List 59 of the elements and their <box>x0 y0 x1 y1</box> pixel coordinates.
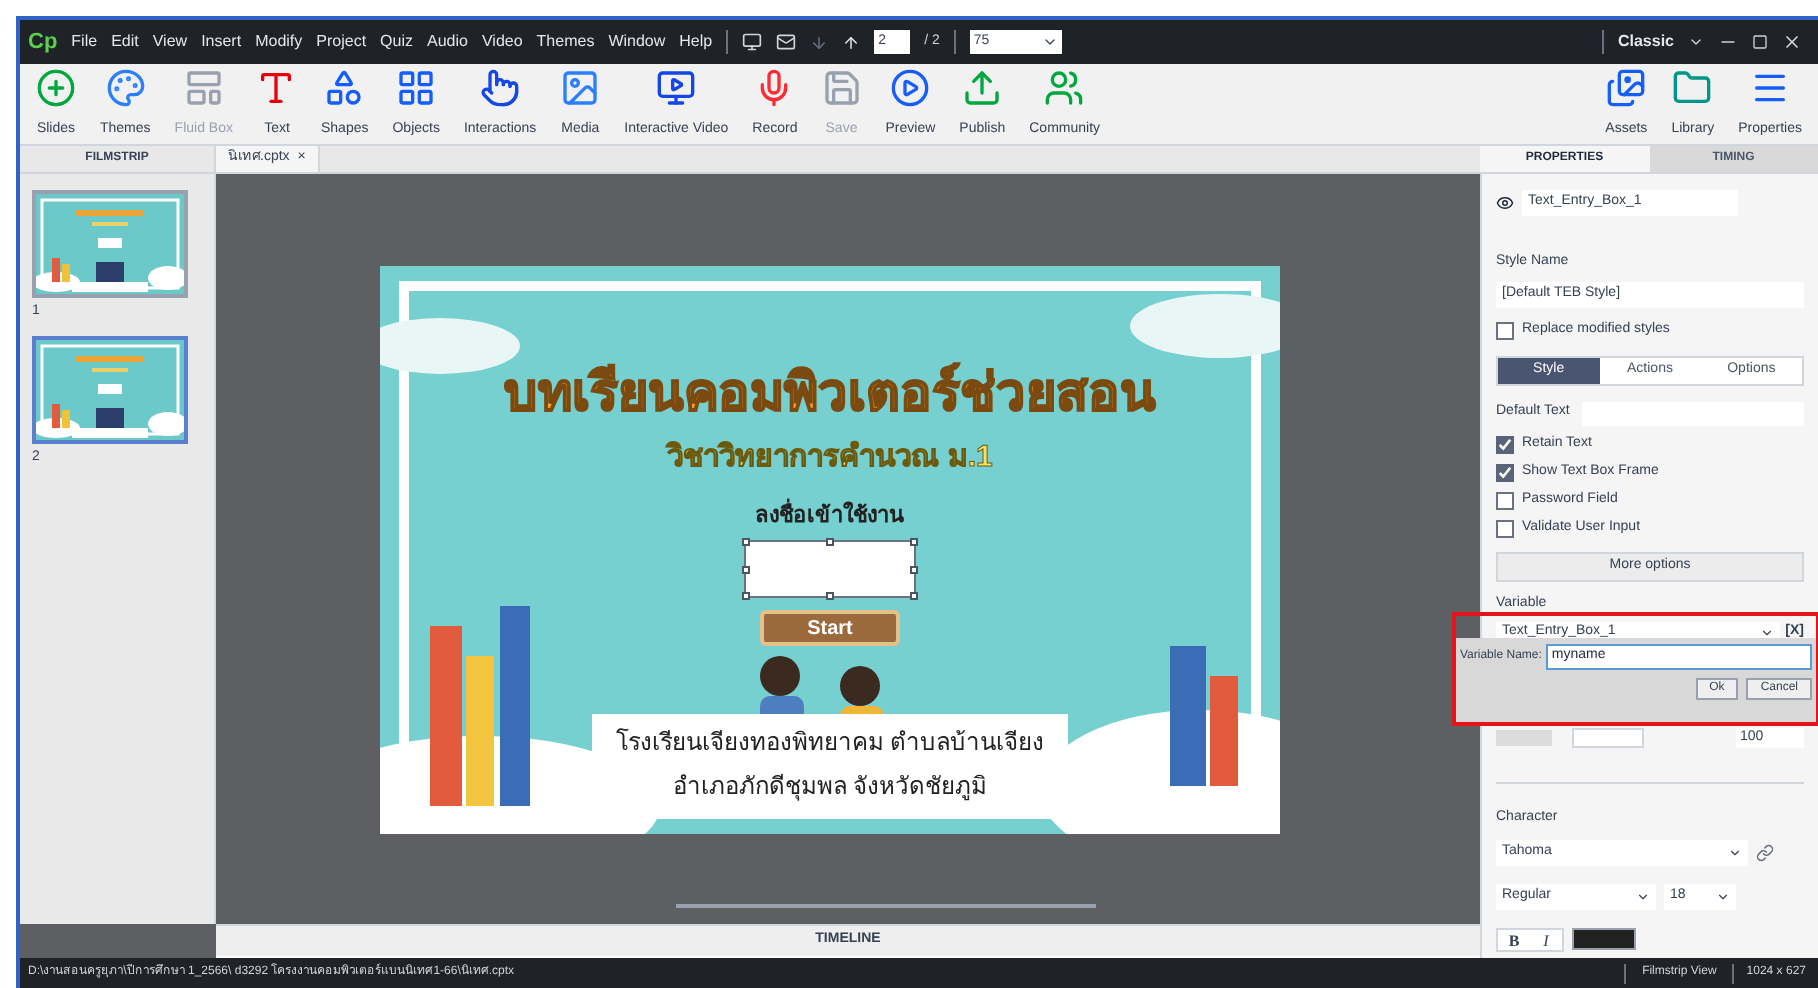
checkbox[interactable] <box>1496 435 1514 453</box>
chevron-icon <box>1759 625 1774 639</box>
app-logo: Cp <box>28 27 58 58</box>
monitor-icon[interactable] <box>742 32 763 52</box>
menu-item[interactable]: Audio <box>427 30 468 54</box>
menu-item[interactable]: File <box>71 30 98 54</box>
info-text: โรงเรียนเจียงทองพิทยาคม ตำบลบ้านเจียง <box>615 726 1045 760</box>
assets-icon <box>1606 68 1647 108</box>
login-label: ลงชื่อเข้าใช้งาน <box>755 500 905 533</box>
save-icon <box>821 68 862 108</box>
eye-icon[interactable] <box>1496 194 1514 212</box>
menu-item[interactable]: Project <box>316 30 367 54</box>
checkbox[interactable] <box>1496 491 1514 509</box>
arrow-down-icon[interactable] <box>810 33 829 51</box>
chevron-icon <box>1041 34 1058 50</box>
add-slide-icon <box>36 68 76 108</box>
checkbox[interactable] <box>1496 519 1514 537</box>
start-button[interactable]: Start <box>760 609 900 645</box>
folder-icon <box>1672 68 1713 108</box>
maximize-icon[interactable] <box>1752 34 1768 50</box>
checkbox[interactable] <box>1496 463 1514 481</box>
mail-icon[interactable] <box>776 32 797 52</box>
link-icon[interactable] <box>1756 843 1774 861</box>
chevron-icon <box>1728 845 1742 859</box>
menu-item[interactable]: Insert <box>201 30 242 54</box>
menu-item[interactable]: View <box>152 30 188 54</box>
upload-icon <box>962 68 1003 108</box>
video-icon <box>656 68 697 108</box>
grid-icon <box>396 68 437 108</box>
menu-item[interactable]: Themes <box>536 30 595 54</box>
close-icon[interactable] <box>1782 32 1802 52</box>
info-text: อำเภอภักดีชุมพล จังหวัดชัยภูมิ <box>672 770 988 804</box>
image-icon <box>560 68 601 108</box>
checkbox[interactable] <box>1496 321 1514 339</box>
menu-item[interactable]: Help <box>679 30 713 54</box>
layout-icon <box>183 68 224 108</box>
chevron-icon <box>1716 889 1730 903</box>
text-icon <box>256 68 297 108</box>
menu-item[interactable]: Quiz <box>380 30 413 54</box>
menu-item[interactable]: Window <box>608 30 666 54</box>
shapes-icon <box>324 68 365 108</box>
arrow-up-icon[interactable] <box>842 33 861 51</box>
slide-subtitle: วิชาวิทยาการคำนวณ ม.1 <box>667 437 993 477</box>
menu-item[interactable]: Edit <box>111 30 139 54</box>
people-icon <box>1044 68 1085 108</box>
menu-item[interactable]: Video <box>481 30 523 54</box>
workspace-dropdown[interactable]: Classic <box>1617 30 1674 54</box>
text-entry-box[interactable] <box>744 539 916 597</box>
pointer-icon <box>480 68 521 108</box>
chevron-icon[interactable] <box>1688 34 1704 50</box>
play-icon <box>890 68 931 108</box>
chevron-icon <box>1636 889 1650 903</box>
slide-title: บทเรียนคอมพิวเตอร์ช่วยสอน <box>504 359 1156 425</box>
italic-button[interactable]: I <box>1530 929 1562 949</box>
bold-button[interactable]: B <box>1498 929 1530 949</box>
text-color-swatch[interactable] <box>1572 928 1636 950</box>
menu-item[interactable]: Modify <box>255 30 303 54</box>
palette-icon <box>105 68 146 108</box>
color-swatch[interactable] <box>1496 730 1552 746</box>
